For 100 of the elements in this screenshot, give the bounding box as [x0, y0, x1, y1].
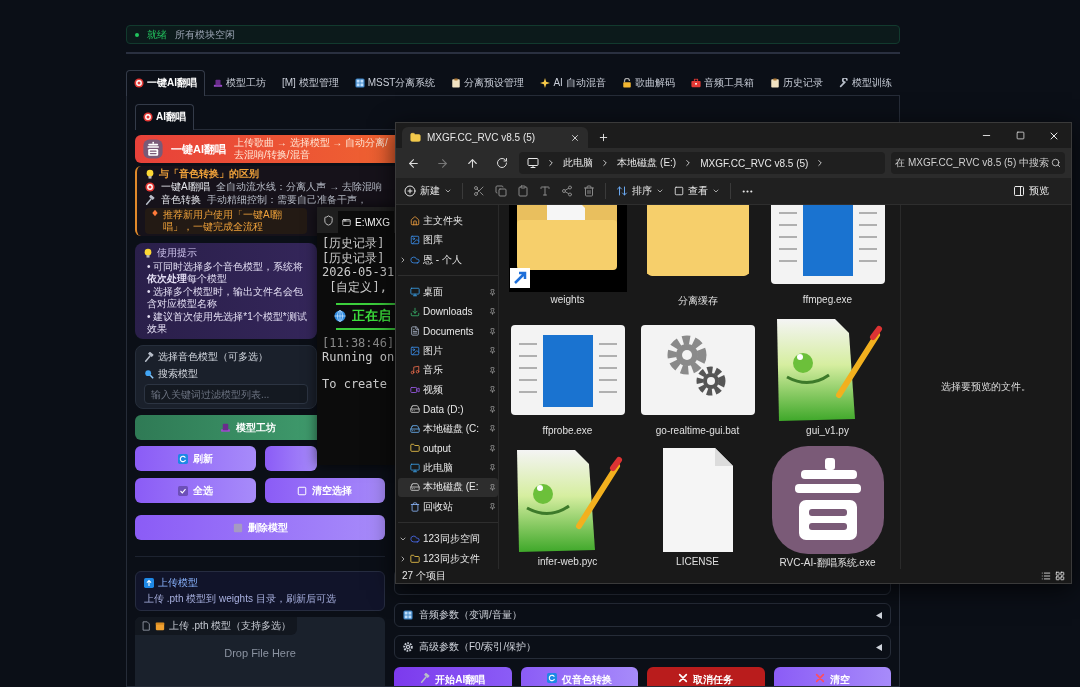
music-icon [410, 365, 420, 376]
copy-icon[interactable] [495, 185, 507, 197]
preview-button[interactable]: 预览 [1013, 184, 1049, 198]
breadcrumb[interactable]: 本地磁盘 (E:) [617, 156, 677, 170]
note-text: 推荐新用户使用「一键AI翻唱」，一键完成全流程 [163, 209, 284, 233]
hat-icon [213, 78, 223, 88]
dropzone-label-text: 上传 .pth 模型（支持多选） [169, 619, 292, 633]
drop-prompt: Drop File Here [224, 647, 296, 659]
action-button[interactable]: 开始AI翻唱 [394, 667, 512, 686]
view-button[interactable]: 查看 [674, 184, 720, 198]
breadcrumb[interactable]: MXGF.CC_RVC v8.5 (5) [700, 157, 809, 169]
sidebar-item[interactable]: 桌面 [398, 282, 498, 302]
sidebar-item[interactable]: 123同步空间 [398, 529, 498, 549]
sidebar-item[interactable]: 123同步文件 [398, 549, 498, 569]
lock-icon [621, 78, 632, 88]
diamond-icon [151, 209, 159, 217]
terminal-tab[interactable]: E:\MXG [338, 211, 394, 233]
globe-icon [334, 310, 346, 323]
sidebar-item[interactable]: 图库 [398, 230, 498, 250]
refresh-icon [177, 453, 188, 464]
tab[interactable]: MSST分离系统 [346, 70, 444, 95]
tiles-view-icon[interactable] [1055, 571, 1065, 581]
sidebar-item[interactable]: output [398, 438, 498, 458]
search-field[interactable]: 输入关键词过滤模型列表... [144, 384, 308, 404]
sidebar-item[interactable]: Documents [398, 321, 498, 341]
file-name: ffprobe.exe [542, 425, 593, 436]
upload-icon [144, 578, 154, 588]
tab[interactable]: 模型训练 [830, 70, 900, 95]
file-icon [141, 621, 151, 631]
refresh-icon [495, 157, 508, 169]
sidebar-item[interactable]: Downloads [398, 302, 498, 322]
sidebar-item[interactable]: Data (D:) [398, 399, 498, 419]
item-count: 27 个项目 [402, 569, 446, 583]
cross-icon [678, 673, 689, 683]
plus-icon [404, 185, 416, 197]
drive-icon [410, 404, 420, 415]
action-button[interactable]: 取消任务 [647, 667, 765, 686]
tab[interactable]: AI翻唱 [135, 104, 194, 130]
explorer-tab[interactable]: MXGF.CC_RVC v8.5 (5) [402, 127, 588, 148]
tab[interactable]: 音频工具箱 [682, 70, 762, 95]
paste-icon[interactable] [517, 185, 529, 197]
hammer-icon [145, 195, 155, 205]
checkbox-icon [177, 485, 188, 496]
workshop-button[interactable]: 模型工坊 [135, 415, 317, 440]
tab[interactable]: 一键AI翻唱 [126, 70, 205, 96]
breadcrumb[interactable]: 此电脑 [563, 156, 594, 170]
status-state: 就绪 [147, 27, 167, 42]
file-name: ffmpeg.exe [802, 294, 853, 305]
terminal-line: Running on [322, 350, 395, 365]
sort-button[interactable]: 排序 [616, 184, 664, 198]
monitor-icon [410, 462, 420, 473]
sidebar-item[interactable]: 主文件夹 [398, 211, 498, 231]
sidebar-item[interactable]: 本地磁盘 (C: [398, 419, 498, 439]
mode-description: 全自动流水线：分离人声 → 去除混响 [216, 181, 382, 193]
search-icon [144, 369, 154, 379]
tip-text: • 选择多个模型时，输出文件名会包含对应模型名称 [147, 286, 305, 310]
square-icon [297, 485, 308, 496]
accordion-header[interactable]: 高级参数（F0/索引/保护） [394, 635, 891, 659]
new-tab-icon [598, 132, 609, 143]
tab[interactable]: 分离预设管理 [443, 70, 533, 95]
tab[interactable]: 历史记录 [761, 70, 831, 95]
header-title: 一键AI翻唱 [171, 141, 226, 157]
details-view-icon[interactable] [1041, 571, 1051, 581]
cut-icon[interactable] [473, 185, 485, 197]
gear-icon [403, 642, 413, 652]
new-button[interactable]: 新建 [404, 184, 452, 198]
maximize-icon [1015, 131, 1025, 140]
tab[interactable]: 歌曲解码 [613, 70, 683, 95]
address-bar[interactable]: 此电脑 本地磁盘 (E:) MXGF.CC_RVC v8.5 (5) [519, 152, 886, 174]
tab[interactable]: 模型工坊 [205, 70, 274, 95]
file-dropzone[interactable]: 上传 .pth 模型（支持多选） Drop File Here [135, 617, 385, 686]
tab[interactable]: [M] 模型管理 [274, 70, 347, 95]
collapse-arrow-icon [876, 611, 882, 619]
rename-icon[interactable] [539, 185, 551, 197]
tip-text: • 可同时选择多个音色模型，系统将依次处理每个模型 [147, 261, 305, 285]
trash-icon [410, 501, 420, 512]
tab[interactable]: AI 自动混音 [532, 70, 614, 95]
sidebar-item[interactable]: 回收站 [398, 497, 498, 517]
sidebar-item[interactable]: 此电脑 [398, 458, 498, 478]
upload-title: 上传模型 [158, 576, 198, 590]
hat-icon [220, 422, 231, 433]
status-message: 所有模块空闲 [175, 27, 235, 42]
sidebar-item[interactable]: 视频 [398, 380, 498, 400]
terminal-line: [历史记录] [322, 236, 386, 251]
model-button[interactable] [264, 446, 317, 471]
terminal-line: 2026-05-31 [322, 265, 395, 280]
sidebar-item[interactable]: 本地磁盘 (E: [398, 477, 498, 497]
accordion-header[interactable]: 音频参数（变调/音量） [394, 603, 891, 627]
search-field[interactable]: 在 MXGF.CC_RVC v8.5 (5) 中搜索 [891, 152, 1065, 174]
sidebar-item[interactable]: 恩 - 个人 [398, 250, 498, 270]
upload-description: 上传 .pth 模型到 weights 目录，刷新后可选 [144, 592, 337, 606]
arrow-left-icon [407, 156, 421, 170]
delete-icon[interactable] [583, 185, 595, 197]
sidebar-item[interactable]: 音乐 [398, 360, 498, 380]
sidebar-item[interactable]: 图片 [398, 341, 498, 361]
close-icon [570, 132, 580, 143]
tips-title: 使用提示 [157, 247, 197, 259]
status-dot [135, 32, 139, 37]
share-icon[interactable] [561, 185, 573, 197]
home-icon [410, 215, 420, 226]
